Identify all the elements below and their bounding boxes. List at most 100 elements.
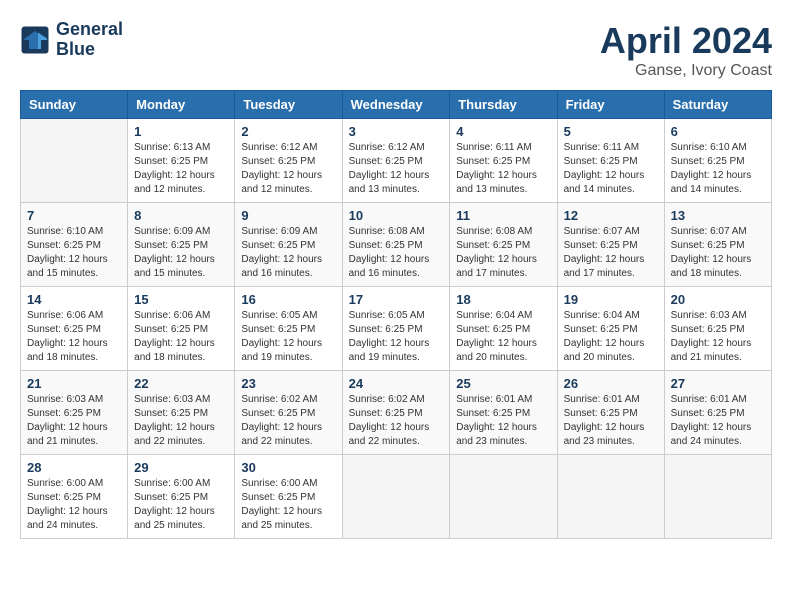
calendar-cell: 26 Sunrise: 6:01 AM Sunset: 6:25 PM Dayli… <box>557 371 664 455</box>
day-number: 20 <box>671 292 765 307</box>
calendar-cell: 30 Sunrise: 6:00 AM Sunset: 6:25 PM Dayli… <box>235 455 342 539</box>
day-number: 10 <box>349 208 444 223</box>
calendar-cell: 7 Sunrise: 6:10 AM Sunset: 6:25 PM Daylig… <box>21 203 128 287</box>
day-info: Sunrise: 6:04 AM Sunset: 6:25 PM Dayligh… <box>564 309 658 365</box>
day-info: Sunrise: 6:10 AM Sunset: 6:25 PM Dayligh… <box>27 225 121 281</box>
weekday-header-monday: Monday <box>128 91 235 119</box>
day-info: Sunrise: 6:07 AM Sunset: 6:25 PM Dayligh… <box>671 225 765 281</box>
calendar-cell: 29 Sunrise: 6:00 AM Sunset: 6:25 PM Dayli… <box>128 455 235 539</box>
calendar-cell: 8 Sunrise: 6:09 AM Sunset: 6:25 PM Daylig… <box>128 203 235 287</box>
day-info: Sunrise: 6:00 AM Sunset: 6:25 PM Dayligh… <box>27 477 121 533</box>
calendar-cell: 9Sunrise: 6:09 AM Sunset: 6:25 PM Daylig… <box>235 203 342 287</box>
day-info: Sunrise: 6:11 AM Sunset: 6:25 PM Dayligh… <box>564 141 658 197</box>
calendar-cell: 21 Sunrise: 6:03 AM Sunset: 6:25 PM Dayli… <box>21 371 128 455</box>
logo-icon <box>20 25 50 55</box>
day-number: 23 <box>241 376 335 391</box>
calendar-week-row: 1 Sunrise: 6:13 AM Sunset: 6:25 PM Daylig… <box>21 119 772 203</box>
calendar-cell: 16 Sunrise: 6:05 AM Sunset: 6:25 PM Dayli… <box>235 287 342 371</box>
day-info: Sunrise: 6:11 AM Sunset: 6:25 PM Dayligh… <box>456 141 550 197</box>
day-number: 30 <box>241 460 335 475</box>
calendar-week-row: 7 Sunrise: 6:10 AM Sunset: 6:25 PM Daylig… <box>21 203 772 287</box>
calendar-cell: 23 Sunrise: 6:02 AM Sunset: 6:25 PM Dayli… <box>235 371 342 455</box>
day-number: 27 <box>671 376 765 391</box>
day-number: 13 <box>671 208 765 223</box>
day-info: Sunrise: 6:09 AM Sunset: 6:25 PM Dayligh… <box>134 225 228 281</box>
day-info: Sunrise: 6:01 AM Sunset: 6:25 PM Dayligh… <box>456 393 550 449</box>
day-number: 28 <box>27 460 121 475</box>
day-info: Sunrise: 6:03 AM Sunset: 6:25 PM Dayligh… <box>134 393 228 449</box>
day-info: Sunrise: 6:05 AM Sunset: 6:25 PM Dayligh… <box>241 309 335 365</box>
calendar-cell <box>450 455 557 539</box>
calendar-cell: 5 Sunrise: 6:11 AM Sunset: 6:25 PM Daylig… <box>557 119 664 203</box>
day-info: Sunrise: 6:06 AM Sunset: 6:25 PM Dayligh… <box>134 309 228 365</box>
day-number: 29 <box>134 460 228 475</box>
weekday-header-tuesday: Tuesday <box>235 91 342 119</box>
day-info: Sunrise: 6:01 AM Sunset: 6:25 PM Dayligh… <box>671 393 765 449</box>
day-info: Sunrise: 6:00 AM Sunset: 6:25 PM Dayligh… <box>134 477 228 533</box>
day-number: 2 <box>241 124 335 139</box>
day-info: Sunrise: 6:07 AM Sunset: 6:25 PM Dayligh… <box>564 225 658 281</box>
calendar-cell: 1 Sunrise: 6:13 AM Sunset: 6:25 PM Daylig… <box>128 119 235 203</box>
day-number: 3 <box>349 124 444 139</box>
day-number: 11 <box>456 208 550 223</box>
page-header: General Blue April 2024 Ganse, Ivory Coa… <box>20 20 772 80</box>
calendar-cell: 17 Sunrise: 6:05 AM Sunset: 6:25 PM Dayli… <box>342 287 450 371</box>
day-number: 5 <box>564 124 658 139</box>
day-info: Sunrise: 6:10 AM Sunset: 6:25 PM Dayligh… <box>671 141 765 197</box>
day-info: Sunrise: 6:00 AM Sunset: 6:25 PM Dayligh… <box>241 477 335 533</box>
day-number: 14 <box>27 292 121 307</box>
day-number: 24 <box>349 376 444 391</box>
weekday-header-sunday: Sunday <box>21 91 128 119</box>
day-number: 1 <box>134 124 228 139</box>
day-number: 22 <box>134 376 228 391</box>
day-number: 19 <box>564 292 658 307</box>
day-info: Sunrise: 6:13 AM Sunset: 6:25 PM Dayligh… <box>134 141 228 197</box>
calendar-cell: 4 Sunrise: 6:11 AM Sunset: 6:25 PM Daylig… <box>450 119 557 203</box>
day-number: 25 <box>456 376 550 391</box>
day-number: 17 <box>349 292 444 307</box>
weekday-header-thursday: Thursday <box>450 91 557 119</box>
day-info: Sunrise: 6:02 AM Sunset: 6:25 PM Dayligh… <box>349 393 444 449</box>
day-number: 18 <box>456 292 550 307</box>
calendar-cell: 28 Sunrise: 6:00 AM Sunset: 6:25 PM Dayli… <box>21 455 128 539</box>
calendar-cell: 24 Sunrise: 6:02 AM Sunset: 6:25 PM Dayli… <box>342 371 450 455</box>
calendar-cell: 19 Sunrise: 6:04 AM Sunset: 6:25 PM Dayli… <box>557 287 664 371</box>
calendar-cell: 10 Sunrise: 6:08 AM Sunset: 6:25 PM Dayli… <box>342 203 450 287</box>
day-number: 15 <box>134 292 228 307</box>
calendar-cell: 11 Sunrise: 6:08 AM Sunset: 6:25 PM Dayli… <box>450 203 557 287</box>
day-number: 6 <box>671 124 765 139</box>
day-number: 8 <box>134 208 228 223</box>
day-info: Sunrise: 6:08 AM Sunset: 6:25 PM Dayligh… <box>456 225 550 281</box>
calendar-cell: 22 Sunrise: 6:03 AM Sunset: 6:25 PM Dayli… <box>128 371 235 455</box>
day-info: Sunrise: 6:03 AM Sunset: 6:25 PM Dayligh… <box>671 309 765 365</box>
calendar-cell <box>557 455 664 539</box>
day-number: 12 <box>564 208 658 223</box>
calendar-cell: 6 Sunrise: 6:10 AM Sunset: 6:25 PM Daylig… <box>664 119 771 203</box>
day-info: Sunrise: 6:03 AM Sunset: 6:25 PM Dayligh… <box>27 393 121 449</box>
calendar-cell: 12 Sunrise: 6:07 AM Sunset: 6:25 PM Dayli… <box>557 203 664 287</box>
day-number: 4 <box>456 124 550 139</box>
weekday-header-friday: Friday <box>557 91 664 119</box>
day-number: 16 <box>241 292 335 307</box>
day-number: 7 <box>27 208 121 223</box>
day-number: 21 <box>27 376 121 391</box>
day-info: Sunrise: 6:04 AM Sunset: 6:25 PM Dayligh… <box>456 309 550 365</box>
day-info: Sunrise: 6:02 AM Sunset: 6:25 PM Dayligh… <box>241 393 335 449</box>
calendar-table: SundayMondayTuesdayWednesdayThursdayFrid… <box>20 90 772 539</box>
calendar-header-row: SundayMondayTuesdayWednesdayThursdayFrid… <box>21 91 772 119</box>
calendar-cell <box>342 455 450 539</box>
calendar-cell: 27 Sunrise: 6:01 AM Sunset: 6:25 PM Dayli… <box>664 371 771 455</box>
logo-line1: General <box>56 20 123 40</box>
day-info: Sunrise: 6:05 AM Sunset: 6:25 PM Dayligh… <box>349 309 444 365</box>
location-subtitle: Ganse, Ivory Coast <box>600 62 772 80</box>
calendar-cell <box>664 455 771 539</box>
day-info: Sunrise: 6:01 AM Sunset: 6:25 PM Dayligh… <box>564 393 658 449</box>
day-number: 9 <box>241 208 335 223</box>
day-info: Sunrise: 6:12 AM Sunset: 6:25 PM Dayligh… <box>241 141 335 197</box>
day-number: 26 <box>564 376 658 391</box>
month-year-title: April 2024 <box>600 20 772 62</box>
day-info: Sunrise: 6:08 AM Sunset: 6:25 PM Dayligh… <box>349 225 444 281</box>
calendar-cell: 14 Sunrise: 6:06 AM Sunset: 6:25 PM Dayli… <box>21 287 128 371</box>
day-info: Sunrise: 6:06 AM Sunset: 6:25 PM Dayligh… <box>27 309 121 365</box>
calendar-cell: 13 Sunrise: 6:07 AM Sunset: 6:25 PM Dayli… <box>664 203 771 287</box>
